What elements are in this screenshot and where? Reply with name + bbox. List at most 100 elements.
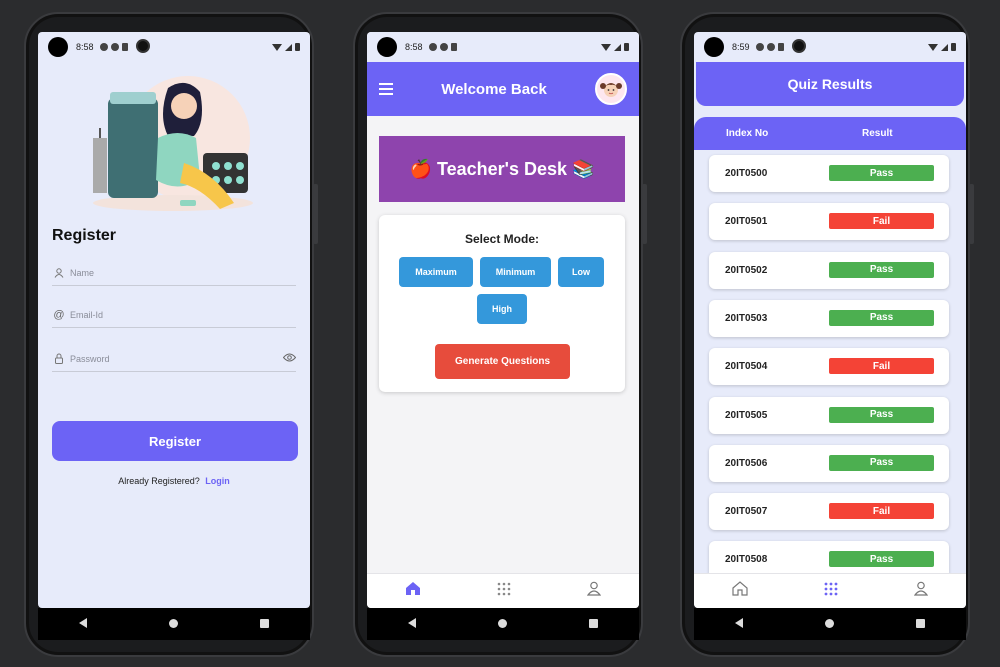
status-bar: 8:59: [694, 32, 966, 62]
apps-icon[interactable]: [824, 582, 838, 601]
quiz-results-screen: 8:59 Quiz Results Index No Result 20IT05…: [694, 32, 966, 608]
apps-icon[interactable]: [497, 582, 511, 601]
menu-icon[interactable]: [379, 83, 393, 95]
select-mode-title: Select Mode:: [464, 232, 539, 246]
back-icon: [408, 618, 417, 628]
back-nav-button[interactable]: [63, 617, 103, 631]
recents-nav-button[interactable]: [574, 617, 614, 631]
index-number: 20IT0502: [725, 264, 768, 276]
wifi-icon: [601, 43, 611, 51]
recents-icon: [916, 619, 926, 628]
home-icon[interactable]: [405, 581, 421, 601]
table-row[interactable]: 20IT0500 Pass: [709, 155, 949, 192]
mode-low-button[interactable]: Low: [558, 257, 604, 287]
column-header-index: Index No: [726, 128, 769, 139]
status-badge: Fail: [829, 503, 934, 520]
avatar-face-icon: [600, 83, 622, 97]
mode-minimum-button[interactable]: Minimum: [480, 257, 551, 287]
mode-maximum-button[interactable]: Maximum: [399, 257, 473, 287]
generate-questions-button[interactable]: Generate Questions: [435, 344, 570, 379]
table-row[interactable]: 20IT0501 Fail: [709, 203, 949, 241]
lock-icon: [52, 353, 66, 364]
system-icons: [928, 43, 956, 51]
index-number: 20IT0503: [725, 312, 768, 324]
system-nav-bar: [38, 608, 310, 640]
status-time: 8:58: [405, 42, 423, 52]
back-nav-button[interactable]: [719, 617, 759, 631]
already-registered-row: Already Registered? Login: [38, 476, 310, 486]
app-bar: Welcome Back: [367, 62, 639, 116]
wifi-icon: [928, 43, 938, 51]
page-title: Register: [52, 227, 117, 244]
recents-icon: [260, 619, 270, 628]
recents-nav-button[interactable]: [245, 617, 285, 631]
table-row[interactable]: 20IT0507 Fail: [709, 493, 949, 531]
back-icon: [79, 618, 88, 628]
mode-high-button[interactable]: High: [477, 294, 527, 324]
password-placeholder: Password: [70, 353, 110, 364]
bottom-nav: [367, 573, 639, 608]
phone-register: 8:58 Register Name @ Email-Id Password R…: [24, 12, 318, 657]
table-row[interactable]: 20IT0508 Pass: [709, 541, 949, 573]
index-number: 20IT0505: [725, 409, 768, 421]
register-button[interactable]: Register: [52, 421, 298, 461]
home-nav-button[interactable]: [154, 617, 194, 631]
status-badge: Fail: [829, 358, 934, 375]
at-icon: @: [53, 308, 65, 321]
camera-cutout: [704, 37, 724, 57]
app-title: Welcome Back: [441, 80, 547, 98]
already-registered-text: Already Registered?: [118, 476, 200, 486]
select-mode-card: Select Mode: Maximum Minimum Low High Ge…: [379, 215, 625, 392]
password-field[interactable]: Password: [52, 346, 297, 372]
profile-icon[interactable]: [913, 581, 929, 601]
home-nav-button[interactable]: [810, 617, 850, 631]
login-link[interactable]: Login: [205, 476, 230, 486]
status-time: 8:59: [732, 42, 750, 52]
status-badge: Pass: [829, 551, 934, 568]
register-illustration: [93, 76, 253, 211]
system-nav-bar: [694, 608, 966, 640]
home-circle-icon: [498, 619, 508, 628]
notification-icons: [755, 43, 784, 51]
status-badge: Pass: [829, 165, 934, 181]
system-icons: [272, 43, 300, 51]
status-bar: 8:58: [38, 32, 310, 62]
status-badge: Fail: [829, 213, 934, 230]
avatar[interactable]: [595, 73, 627, 105]
teachers-desk-banner: 🍎 Teacher's Desk 📚: [379, 136, 625, 202]
status-time: 8:58: [76, 42, 94, 52]
results-list[interactable]: 20IT0500 Pass 20IT0501 Fail 20IT0502 Pass 20IT…: [694, 150, 966, 573]
system-nav-bar: [367, 608, 639, 640]
bottom-nav: [694, 573, 966, 608]
back-nav-button[interactable]: [392, 617, 432, 631]
home-nav-button[interactable]: [483, 617, 523, 631]
status-badge: Pass: [829, 454, 934, 471]
signal-icon: [285, 43, 292, 51]
index-number: 20IT0507: [725, 506, 768, 518]
notification-icons: [428, 43, 457, 51]
signal-icon: [941, 43, 948, 51]
user-icon: [52, 267, 66, 278]
eye-icon[interactable]: [282, 353, 297, 364]
table-row[interactable]: 20IT0503 Pass: [709, 299, 949, 337]
home-circle-icon: [169, 619, 179, 628]
index-number: 20IT0504: [725, 361, 768, 373]
teacher-desk-screen: 8:58 Welcome Back 🍎 Teacher's Desk 📚 Sel…: [367, 32, 639, 608]
table-row[interactable]: 20IT0505 Pass: [709, 396, 949, 434]
email-placeholder: Email-Id: [70, 309, 104, 320]
home-icon[interactable]: [732, 581, 748, 601]
name-field[interactable]: Name: [52, 260, 296, 286]
table-row[interactable]: 20IT0506 Pass: [709, 444, 949, 482]
email-field[interactable]: @ Email-Id: [52, 302, 296, 328]
table-row[interactable]: 20IT0504 Fail: [709, 348, 949, 386]
table-row[interactable]: 20IT0502 Pass: [709, 251, 949, 289]
column-header-result: Result: [862, 128, 893, 139]
battery-icon: [295, 43, 300, 51]
camera-cutout: [377, 37, 397, 57]
index-number: 20IT0500: [725, 168, 768, 179]
wifi-icon: [272, 43, 282, 51]
profile-icon[interactable]: [586, 581, 602, 601]
system-icons: [601, 43, 629, 51]
recents-nav-button[interactable]: [901, 617, 941, 631]
status-bar: 8:58: [367, 32, 639, 62]
